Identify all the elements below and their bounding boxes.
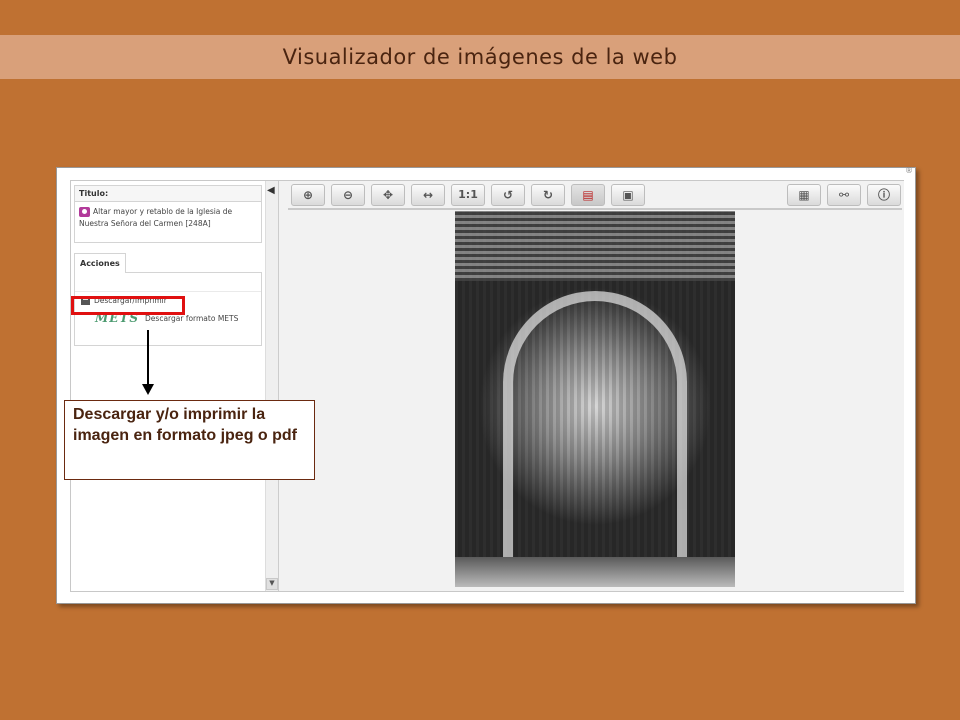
rotate-right-icon[interactable]: ↻ [531,184,565,206]
zoom-out-icon[interactable]: ⊖ [331,184,365,206]
zoom-in-icon[interactable]: ⊕ [291,184,325,206]
photo-floor [455,557,735,587]
link-icon[interactable]: ⚯ [827,184,861,206]
title-line-2: Nuestra Señora del Carmen [248A] [79,219,211,228]
altar-photo[interactable] [455,211,735,587]
title-field: Titulo: Altar mayor y retablo de la Igle… [74,185,262,243]
toolbar-divider [288,208,902,210]
left-scrollbar[interactable] [265,181,279,591]
highlight-box [71,296,185,315]
image-area: ⊕ ⊖ ✥ ↔ 1:1 ↺ ↻ ▤ ▣ ▦ ⚯ ⓘ [278,181,904,591]
actual-size-icon[interactable]: 1:1 [451,184,485,206]
viewer-toolbar: ⊕ ⊖ ✥ ↔ 1:1 ↺ ↻ ▤ ▣ ▦ ⚯ ⓘ [291,184,903,210]
viewer-screenshot: ® Titulo: Altar mayor y retablo de la Ig… [56,166,916,604]
callout-box: Descargar y/o imprimir la imagen en form… [64,400,315,480]
save-icon[interactable]: ▣ [611,184,645,206]
slide-title: Visualizador de imágenes de la web [282,45,678,69]
fit-icon[interactable]: ✥ [371,184,405,206]
title-header: Titulo: [75,186,261,202]
left-panel: Titulo: Altar mayor y retablo de la Igle… [71,181,265,591]
tab-acciones[interactable]: Acciones [74,253,126,273]
info-icon[interactable]: ⓘ [867,184,901,206]
pdf-icon[interactable]: ▤ [571,184,605,206]
image-viewer: Titulo: Altar mayor y retablo de la Igle… [70,180,904,592]
rotate-left-icon[interactable]: ↺ [491,184,525,206]
title-value: Altar mayor y retablo de la Iglesia de N… [75,202,261,230]
grid-icon[interactable]: ▦ [787,184,821,206]
image-type-icon [79,207,90,217]
fit-width-icon[interactable]: ↔ [411,184,445,206]
arrow-line [147,330,149,386]
slide-title-bar: Visualizador de imágenes de la web [0,35,960,79]
scroll-down-icon[interactable]: ▼ [266,578,278,590]
title-line-1: Altar mayor y retablo de la Iglesia de [93,207,233,216]
photo-arch [503,291,687,571]
corner-mark: ® [905,166,913,175]
arrow-head [142,384,154,395]
